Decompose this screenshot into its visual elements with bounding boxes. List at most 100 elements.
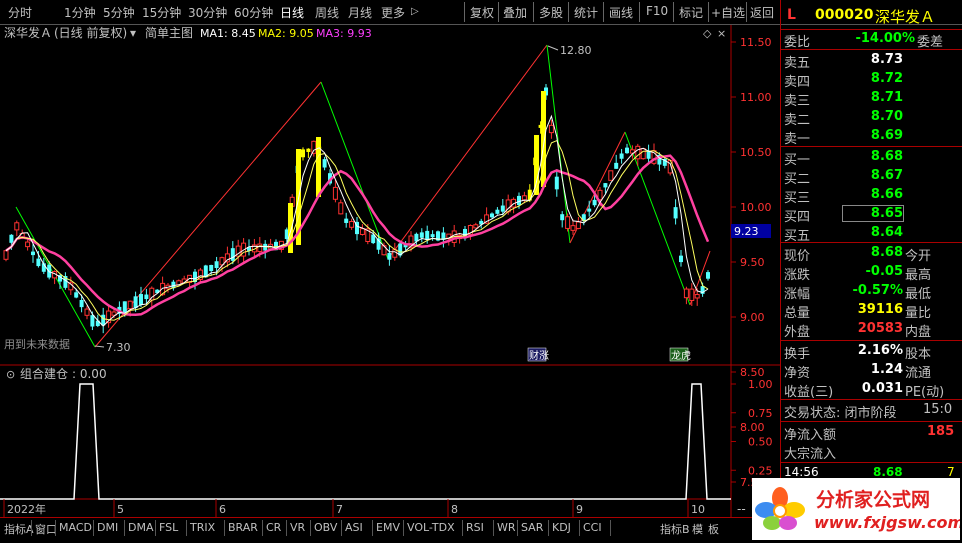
bids-row[interactable]: 买四 8.65 (781, 205, 962, 225)
tool-button-f10[interactable]: F10 (646, 4, 668, 18)
net-inflow-label: 净流入额 (784, 428, 837, 443)
toolbar-divider (639, 2, 640, 22)
divider (781, 399, 962, 400)
candle-body (430, 234, 435, 238)
tool-button-draw-line[interactable]: 画线 (609, 4, 633, 21)
period-tab-30min[interactable]: 30分钟 (188, 4, 227, 21)
stats-value: 2.16% (857, 343, 903, 358)
candle-body (84, 308, 90, 316)
chart-main-indicator[interactable]: 简单主图 (145, 26, 193, 40)
period-tab-daily[interactable]: 日线 (280, 4, 304, 21)
toolbar-divider (603, 2, 604, 22)
x-tick-label: 9 (576, 503, 583, 516)
divider (781, 49, 962, 50)
bids-value: 8.67 (870, 168, 903, 183)
tool-button-restore-rights[interactable]: 复权 (470, 4, 494, 21)
indicator-tab-3[interactable]: DMI (97, 521, 118, 534)
y-tick-label: 9.00 (740, 311, 765, 324)
indicator-tab-17[interactable]: KDJ (552, 521, 571, 534)
dropdown-arrow-icon[interactable]: ▾ (130, 26, 136, 40)
panel-tab-right-2[interactable]: 板 (708, 521, 719, 537)
panel-tab-right-0[interactable]: 指标B (660, 521, 690, 537)
indicator-tab-6[interactable]: TRIX (190, 521, 215, 534)
indicator-tab-7[interactable]: BRAR (228, 521, 258, 534)
period-tab-timeshare[interactable]: 分时 (8, 4, 32, 21)
period-tab-60min[interactable]: 60分钟 (234, 4, 273, 21)
asks-row[interactable]: 卖三 8.71 (781, 89, 962, 109)
tick-time: 14:56 (784, 465, 819, 479)
kline-chart-area[interactable]: 12.5012.0011.5011.0010.5010.009.509.008.… (0, 25, 780, 517)
quote-row[interactable]: 现价 8.68 今开 (781, 244, 962, 264)
period-tab-5min[interactable]: 5分钟 (103, 4, 135, 21)
tool-button-overlay[interactable]: 叠加 (503, 4, 527, 21)
quote-label2: 量比 (905, 306, 932, 321)
close-icon[interactable]: × (717, 27, 726, 40)
indicator-tab-9[interactable]: VR (290, 521, 305, 534)
indicator-tab-10[interactable]: OBV (314, 521, 337, 534)
candle-body (603, 183, 608, 188)
asks-row[interactable]: 卖一 8.69 (781, 127, 962, 147)
indicator-y-tick-label: 0.50 (748, 436, 773, 449)
more-arrow-icon[interactable]: ▷ (411, 6, 419, 17)
asks-row[interactable]: 卖二 8.70 (781, 108, 962, 128)
tool-button-statistics[interactable]: 统计 (574, 4, 598, 21)
indicator-tab-11[interactable]: ASI (345, 521, 363, 534)
kline-chart-svg[interactable]: 12.5012.0011.5011.0010.5010.009.509.008.… (0, 25, 780, 517)
indicator-tab-1[interactable]: 窗口 (35, 521, 57, 537)
toolbar-divider (746, 2, 747, 22)
weicha-label: 委差 (917, 35, 944, 50)
tool-button-multi-stock[interactable]: 多股 (539, 4, 563, 21)
period-tab-1min[interactable]: 1分钟 (64, 4, 96, 21)
tool-button-back[interactable]: 返回 (750, 4, 774, 21)
chart-title-mode: (日线 前复权) (54, 25, 127, 40)
event-tag-earnings[interactable]: 财涨 (529, 349, 549, 362)
period-tab-more[interactable]: 更多 (381, 4, 405, 21)
quote-value: -0.57% (852, 283, 904, 298)
period-tab-weekly[interactable]: 周线 (315, 4, 339, 21)
quote-row[interactable]: 涨跌 -0.05 最高 (781, 263, 962, 283)
indicator-tab-12[interactable]: EMV (376, 521, 400, 534)
asks-row[interactable]: 卖五 8.73 (781, 51, 962, 71)
quote-row[interactable]: 涨幅 -0.57% 最低 (781, 282, 962, 302)
y-tick-label: 11.50 (740, 36, 772, 49)
indicator-toggle-icon[interactable]: ⊙ (6, 368, 15, 381)
event-tag-dragon-tiger[interactable]: 龙虎 (671, 349, 691, 362)
indicator-tab-8[interactable]: CR (266, 521, 281, 534)
period-tab-15min[interactable]: 15分钟 (142, 4, 181, 21)
indicator-tab-5[interactable]: FSL (159, 521, 178, 534)
candle-body (640, 148, 646, 160)
quote-row[interactable]: 外盘 20583 内盘 (781, 320, 962, 340)
bids-row[interactable]: 买一 8.68 (781, 148, 962, 168)
indicator-tab-4[interactable]: DMA (128, 521, 154, 534)
panel-tab-right-1[interactable]: 模 (692, 521, 703, 537)
indicator-tab-13[interactable]: VOL-TDX (407, 521, 455, 534)
indicator-tab-18[interactable]: CCI (583, 521, 602, 534)
expand-diamond-icon[interactable]: ◇ (703, 27, 712, 40)
candle-body (560, 214, 565, 221)
indicator-tab-14[interactable]: RSI (466, 521, 484, 534)
quote-row[interactable]: 总量 39116 量比 (781, 301, 962, 321)
candle-body (387, 252, 392, 260)
candle-body (575, 221, 581, 229)
future-data-note: 用到未来数据 (4, 337, 70, 351)
indicator-tab-0[interactable]: 指标A (4, 521, 34, 537)
asks-value: 8.71 (870, 90, 903, 105)
indicator-tab-15[interactable]: WR (497, 521, 516, 534)
asks-row[interactable]: 卖四 8.72 (781, 70, 962, 90)
indicator-name[interactable]: 组合建仓 (20, 366, 68, 381)
stats-row[interactable]: 换手 2.16% 股本 (781, 342, 962, 362)
stats-row[interactable]: 净资 1.24 流通 (781, 361, 962, 381)
period-tab-monthly[interactable]: 月线 (348, 4, 372, 21)
tool-button-mark[interactable]: 标记 (679, 4, 703, 21)
stats-row[interactable]: 收益(三) 0.031 PE(动) (781, 380, 962, 400)
bids-row[interactable]: 买二 8.67 (781, 167, 962, 187)
candle-body (338, 202, 344, 215)
indicator-tab-2[interactable]: MACD (59, 521, 92, 534)
indicator-tab-16[interactable]: SAR (521, 521, 543, 534)
tool-button-add-watchlist[interactable]: +自选 (711, 4, 745, 21)
quote-header: L 000020 深华发Ａ (781, 0, 962, 30)
bids-row[interactable]: 买三 8.66 (781, 186, 962, 206)
bids-row[interactable]: 买五 8.64 (781, 224, 962, 244)
asks-label: 卖五 (784, 56, 811, 71)
watermark-title: 分析家公式网 (816, 488, 930, 511)
